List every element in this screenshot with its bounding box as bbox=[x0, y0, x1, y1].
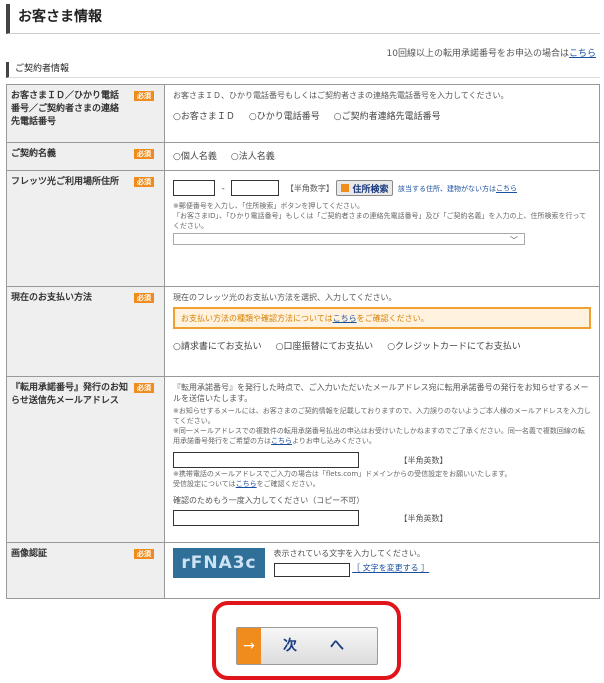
next-button[interactable]: → 次 へ bbox=[236, 627, 378, 665]
row-value-address: - 【半角数字】 住所検索 該当する住所、建物がない方はこちら ※郵便番号を入力… bbox=[164, 170, 600, 287]
no-match-prefix: 該当する住所、建物がない方は bbox=[398, 184, 496, 193]
email-confirm-input[interactable] bbox=[173, 510, 359, 526]
postal-code-2-input[interactable] bbox=[231, 180, 280, 196]
contract-form: お客さまＩＤ／ひかり電話番号／ご契約者さまの連絡先電話番号 必須 お客さまＩＤ、… bbox=[6, 84, 600, 599]
radio-contact-phone[interactable]: ○ご契約者連絡先電話番号 bbox=[334, 109, 441, 122]
captcha-label: 画像認証 bbox=[11, 549, 48, 559]
required-badge: 必須 bbox=[134, 383, 154, 393]
email-confirm-label: 確認のためもう一度入力してください（コピー不可） bbox=[173, 496, 365, 505]
row-label-payment: 現在のお支払い方法 必須 bbox=[6, 286, 165, 377]
radio-individual[interactable]: ○個人名義 bbox=[173, 149, 217, 162]
email-note-2-suffix: よりお申し込みください。 bbox=[292, 437, 376, 445]
address-select[interactable]: ﹀ bbox=[173, 233, 525, 245]
radio-invoice[interactable]: ○請求書にてお支払い bbox=[173, 339, 262, 352]
email-note-4-prefix: 受信設定については bbox=[173, 480, 236, 488]
email-note-4-suffix: をご確認ください。 bbox=[256, 480, 320, 488]
payment-notice-link[interactable]: こちら bbox=[333, 314, 357, 323]
email-note-2: ※同一メールアドレスでの複数件の転用承諾番号払出の申込はお受けいたしかねますので… bbox=[173, 426, 591, 446]
radio-credit-card[interactable]: ○クレジットカードにてお支払い bbox=[387, 339, 521, 352]
email-note-2-link[interactable]: こちら bbox=[271, 437, 292, 445]
contract-id-desc: お客さまＩＤ、ひかり電話番号もしくはご契約者さまの連絡先電話番号を入力してくださ… bbox=[173, 91, 509, 100]
required-badge: 必須 bbox=[134, 549, 154, 559]
email-note-3: ※携帯電話のメールアドレスでご入力の場合は「flets.com」ドメインからの受… bbox=[173, 470, 512, 478]
top-note-link[interactable]: こちら bbox=[569, 49, 596, 59]
row-value-contract-id: お客さまＩＤ、ひかり電話番号もしくはご契約者さまの連絡先電話番号を入力してくださ… bbox=[164, 84, 600, 143]
captcha-input[interactable] bbox=[273, 563, 350, 577]
captcha-image: rFNA3c bbox=[173, 548, 265, 578]
row-label-contract-id: お客さまＩＤ／ひかり電話番号／ご契約者さまの連絡先電話番号 必須 bbox=[6, 84, 165, 143]
payment-desc: 現在のフレッツ光のお支払い方法を選択、入力してください。 bbox=[173, 293, 397, 302]
radio-corporate[interactable]: ○法人名義 bbox=[231, 149, 275, 162]
row-value-email: 『転用承諾番号』を発行した時点で、ご入力いただいたメールアドレス宛に転用承諾番号… bbox=[164, 376, 600, 543]
email-half-width: 【半角英数】 bbox=[399, 455, 448, 465]
contract-name-label: ご契約名義 bbox=[11, 149, 57, 159]
row-label-contract-name: ご契約名義 必須 bbox=[6, 142, 165, 171]
required-badge: 必須 bbox=[134, 91, 154, 101]
top-note-text: 10回線以上の転用承諾番号をお申込の場合は bbox=[386, 49, 569, 59]
row-label-email: 『転用承諾番号』発行のお知らせ送信先メールアドレス 必須 bbox=[6, 376, 165, 543]
address-note-2: 「お客さまID」、「ひかり電話番号」もしくは「ご契約者さまの連絡先電話番号」及び… bbox=[173, 212, 587, 230]
radio-hikari-phone[interactable]: ○ひかり電話番号 bbox=[249, 109, 320, 122]
email-desc: 『転用承諾番号』を発行した時点で、ご入力いただいたメールアドレス宛に転用承諾番号… bbox=[173, 383, 589, 403]
search-icon bbox=[341, 184, 350, 192]
required-badge: 必須 bbox=[134, 293, 154, 303]
address-search-label: 住所検索 bbox=[352, 184, 389, 195]
required-badge: 必須 bbox=[134, 149, 154, 159]
payment-notice: お支払い方法の種類や確認方法についてはこちらをご確認ください。 bbox=[173, 307, 591, 329]
radio-bank-transfer[interactable]: ○口座振替にてお支払い bbox=[276, 339, 374, 352]
email-label: 『転用承諾番号』発行のお知らせ送信先メールアドレス bbox=[11, 383, 129, 406]
email-confirm-half-width: 【半角英数】 bbox=[399, 513, 448, 523]
change-text-link[interactable]: ［ 文字を変更する ］ bbox=[352, 564, 429, 573]
payment-label: 現在のお支払い方法 bbox=[11, 293, 93, 303]
required-badge: 必須 bbox=[134, 177, 154, 187]
address-search-button[interactable]: 住所検索 bbox=[336, 180, 394, 196]
contract-id-label: お客さまＩＤ／ひかり電話番号／ご契約者さまの連絡先電話番号 bbox=[11, 91, 120, 127]
top-note: 10回線以上の転用承諾番号をお申込の場合はこちら bbox=[387, 46, 596, 59]
email-note-4: 受信設定についてはこちらをご確認ください。 bbox=[173, 479, 591, 489]
row-label-address: フレッツ光ご利用場所住所 必須 bbox=[6, 170, 165, 287]
payment-notice-prefix: お支払い方法の種類や確認方法については bbox=[181, 314, 333, 323]
row-value-payment: 現在のフレッツ光のお支払い方法を選択、入力してください。 お支払い方法の種類や確… bbox=[164, 286, 600, 377]
address-note-1: ※郵便番号を入力し、「住所検索」ボタンを押してください。 bbox=[173, 202, 364, 210]
half-width-number-label: 【半角数字】 bbox=[285, 183, 334, 193]
payment-notice-suffix: をご確認ください。 bbox=[356, 314, 429, 323]
radio-customer-id[interactable]: ○お客さまＩＤ bbox=[173, 109, 235, 122]
section-label: ご契約者情報 bbox=[6, 62, 600, 78]
row-value-contract-name: ○個人名義 ○法人名義 bbox=[164, 142, 600, 171]
page-title: お客さま情報 bbox=[6, 4, 600, 34]
postal-hyphen: - bbox=[221, 183, 225, 194]
email-input[interactable] bbox=[173, 452, 359, 468]
address-label: フレッツ光ご利用場所住所 bbox=[11, 177, 120, 187]
row-value-captcha: rFNA3c 表示されている文字を入力してください。 ［ 文字を変更する ］ bbox=[164, 542, 600, 599]
email-note-4-link[interactable]: こちら bbox=[236, 480, 257, 488]
email-note-1: ※お知らせするメールには、お客さまのご契約情報を記載しておりますので、入力誤りの… bbox=[173, 407, 591, 425]
chevron-down-icon: ﹀ bbox=[510, 236, 518, 245]
no-match-link[interactable]: こちら bbox=[496, 185, 517, 193]
captcha-desc: 表示されている文字を入力してください。 bbox=[273, 549, 425, 558]
next-button-label: 次 へ bbox=[283, 638, 358, 654]
row-label-captcha: 画像認証 必須 bbox=[6, 542, 165, 599]
postal-code-1-input[interactable] bbox=[173, 180, 215, 196]
email-note-2-prefix: ※同一メールアドレスでの複数件の転用承諾番号払出の申込はお受けいたしかねますので… bbox=[173, 427, 585, 445]
arrow-right-icon: → bbox=[237, 628, 261, 664]
